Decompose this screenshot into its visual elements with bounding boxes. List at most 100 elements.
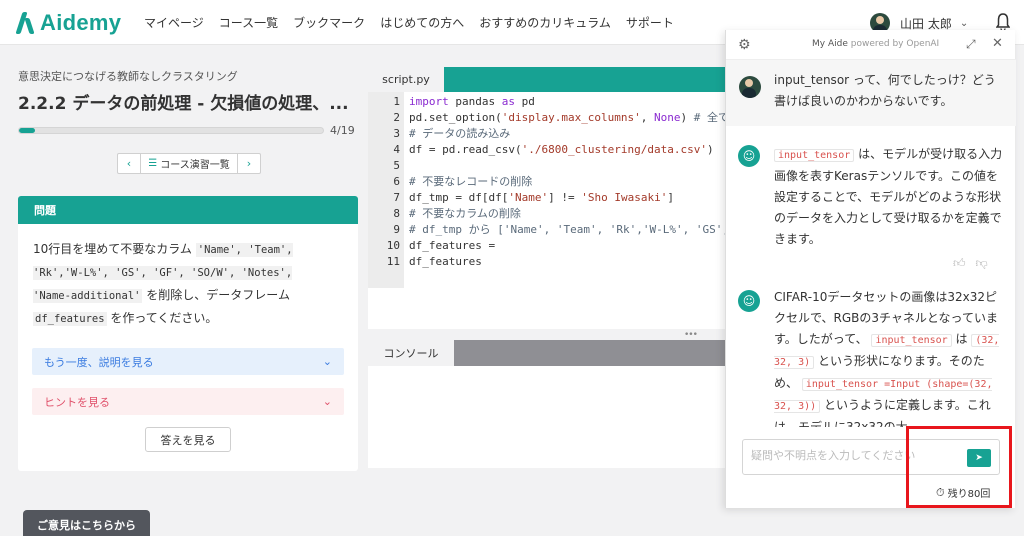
code-text: import pandas as pd — [400, 94, 535, 110]
progress-fill — [19, 128, 35, 133]
main-nav: マイページ コース一覧 ブックマーク はじめての方へ おすすめのカリキュラム サ… — [144, 0, 674, 45]
code-token: df_tmp = df[df[ — [409, 191, 509, 204]
bell-icon[interactable] — [996, 12, 1010, 32]
code-token: 'Sho Iwasaki' — [581, 191, 668, 204]
highlight-box — [906, 426, 1012, 508]
nav-support[interactable]: サポート — [626, 14, 674, 31]
line-number: 9 — [393, 223, 400, 236]
nav-mypage[interactable]: マイページ — [144, 14, 204, 31]
code-line[interactable]: 1 import pandas as pd — [368, 94, 728, 110]
nav-recommended-curriculum[interactable]: おすすめのカリキュラム — [479, 14, 611, 31]
question-text-3: を作ってください。 — [110, 311, 218, 325]
line-number: 6 — [393, 175, 400, 188]
course-exercise-list-label: コース演習一覧 — [160, 160, 230, 171]
nav-course-list[interactable]: コース一覧 — [219, 14, 278, 31]
code-line[interactable]: 6 # 不要なレコードの削除 — [368, 174, 728, 190]
explain-again-label: もう一度、説明を見る — [44, 355, 154, 369]
question-text-2: を削除し、データフレーム — [146, 288, 290, 302]
code-token: ] != — [548, 191, 582, 204]
code-text: # データの読み込み — [400, 126, 510, 142]
feedback-button[interactable]: ご意見はこちらから — [23, 510, 150, 536]
code-line[interactable]: 10 df_features = — [368, 238, 728, 254]
code-text: df_features = — [400, 238, 502, 254]
hint-accordion[interactable]: ヒントを見る ⌄ — [32, 388, 344, 415]
code-line[interactable]: 7 df_tmp = df[df['Name'] != 'Sho Iwasaki'… — [368, 190, 728, 206]
course-exercise-list-button[interactable]: ☰ コース演習一覧 — [140, 154, 238, 173]
bot-smile-icon: ☺ — [738, 290, 760, 312]
code-line[interactable]: 4 df = pd.read_csv('./6800_clustering/dat… — [368, 142, 728, 158]
aide-title-name: My Aide — [812, 39, 848, 49]
tab-console[interactable]: コンソール — [368, 340, 454, 366]
line-number: 11 — [386, 255, 400, 268]
tab-script-py[interactable]: script.py — [368, 67, 444, 92]
gear-icon[interactable]: ⚙ — [738, 37, 751, 53]
nav-bookmark[interactable]: ブックマーク — [293, 14, 365, 31]
question-text-1: 10行目を埋めて不要なカラム — [33, 242, 192, 256]
code-line[interactable]: 11 df_features — [368, 254, 728, 270]
nav-beginners[interactable]: はじめての方へ — [380, 14, 464, 31]
expand-icon[interactable]: ⤢ — [966, 37, 976, 52]
page-title: 2.2.2 データの前処理 - 欠損値の処理、... — [18, 94, 349, 114]
show-answer-button[interactable]: 答えを見る — [145, 427, 231, 452]
logo-text: Aidemy — [40, 10, 122, 35]
line-number: 8 — [393, 207, 400, 220]
bot-message-1: input_tensor は、モデルが受け取る入力画像を表すKerasテンソルで… — [774, 144, 1006, 250]
user-message-text: input_tensor って、何でしたっけ？どう書けば良いのかわからないです。 — [774, 73, 996, 108]
code-line[interactable]: 3 # データの読み込み — [368, 126, 728, 142]
explain-again-accordion[interactable]: もう一度、説明を見る ⌄ — [32, 348, 344, 375]
code-token: pd.set_option( — [409, 111, 502, 124]
code-text: pd.set_option('display.max_columns', Non… — [400, 110, 728, 126]
progress-bar — [18, 127, 324, 134]
course-navigator: ‹ ☰ コース演習一覧 › — [117, 153, 261, 174]
chevron-down-icon: ⌄ — [959, 17, 969, 29]
code-text: df_tmp = df[df['Name'] != 'Sho Iwasaki'] — [400, 190, 674, 206]
aide-title: My Aide powered by OpenAI — [812, 39, 939, 49]
bot-message-2-code-1: input_tensor — [871, 334, 952, 347]
question-card: 問題 10行目を埋めて不要なカラム 'Name', 'Team', 'Rk','… — [18, 196, 358, 471]
code-text: # df_tmp から ['Name', 'Team', 'Rk','W-L%'… — [400, 222, 728, 238]
code-token: # 全ての — [693, 111, 728, 124]
code-area[interactable]: 1 import pandas as pd 2 pd.set_option('disp… — [368, 94, 728, 270]
code-text: # 不要なレコードの削除 — [400, 174, 532, 190]
breadcrumb[interactable]: 意思決定につなげる教師なしクラスタリング — [18, 68, 238, 84]
code-token: df = pd.read_csv( — [409, 143, 522, 156]
chevron-down-icon: ⌄ — [322, 355, 332, 368]
code-line[interactable]: 9 # df_tmp から ['Name', 'Team', 'Rk','W-L%… — [368, 222, 728, 238]
code-token: 'display.max_columns' — [501, 111, 641, 124]
code-token: import — [409, 95, 449, 108]
code-line[interactable]: 2 pd.set_option('display.max_columns', No… — [368, 110, 728, 126]
code-token: 'Name' — [508, 191, 549, 204]
code-token: # df_tmp から ['Name', 'Team', 'Rk','W-L%'… — [409, 223, 728, 236]
aidemy-logo[interactable]: Aidemy — [16, 10, 121, 36]
hint-label: ヒントを見る — [44, 395, 110, 409]
line-number: 5 — [393, 159, 400, 172]
console-panel: コンソール — [368, 340, 728, 468]
list-icon: ☰ — [148, 158, 158, 169]
code-line[interactable]: 5 — [368, 158, 728, 174]
code-line[interactable]: 8 # 不要なカラムの削除 — [368, 206, 728, 222]
aide-header: ⚙ My Aide powered by OpenAI ⤢ ✕ — [726, 30, 1016, 60]
code-token: # 不要なレコードの削除 — [409, 175, 533, 188]
code-editor: script.py 1 import pandas as pd 2 pd.set_op… — [368, 67, 728, 329]
code-token: df_features — [409, 255, 482, 268]
next-exercise-button[interactable]: › — [238, 154, 260, 173]
code-token: ) — [680, 111, 694, 124]
thumbs-up-icon[interactable]: 👍︎ — [953, 256, 966, 271]
line-number: 4 — [393, 143, 400, 156]
aide-powered-by: powered by OpenAI — [850, 39, 940, 49]
code-token: # 不要なカラムの削除 — [409, 207, 521, 220]
chevron-down-icon: ⌄ — [322, 395, 332, 408]
bot-message-1-code: input_tensor — [774, 149, 855, 162]
progress-label: 4/19 — [330, 124, 355, 137]
close-icon[interactable]: ✕ — [992, 36, 1003, 51]
line-number: 7 — [393, 191, 400, 204]
prev-exercise-button[interactable]: ‹ — [118, 154, 140, 173]
bot-smile-icon: ☺ — [738, 145, 760, 167]
code-token: df_features = — [409, 239, 502, 252]
question-code-2: df_features — [33, 312, 107, 326]
user-name: 山田 太郎 — [900, 16, 952, 31]
resize-handle[interactable]: ••• — [684, 330, 698, 340]
feedback-icons: 👍︎ 👎︎ — [953, 256, 988, 271]
thumbs-down-icon[interactable]: 👎︎ — [976, 256, 988, 271]
